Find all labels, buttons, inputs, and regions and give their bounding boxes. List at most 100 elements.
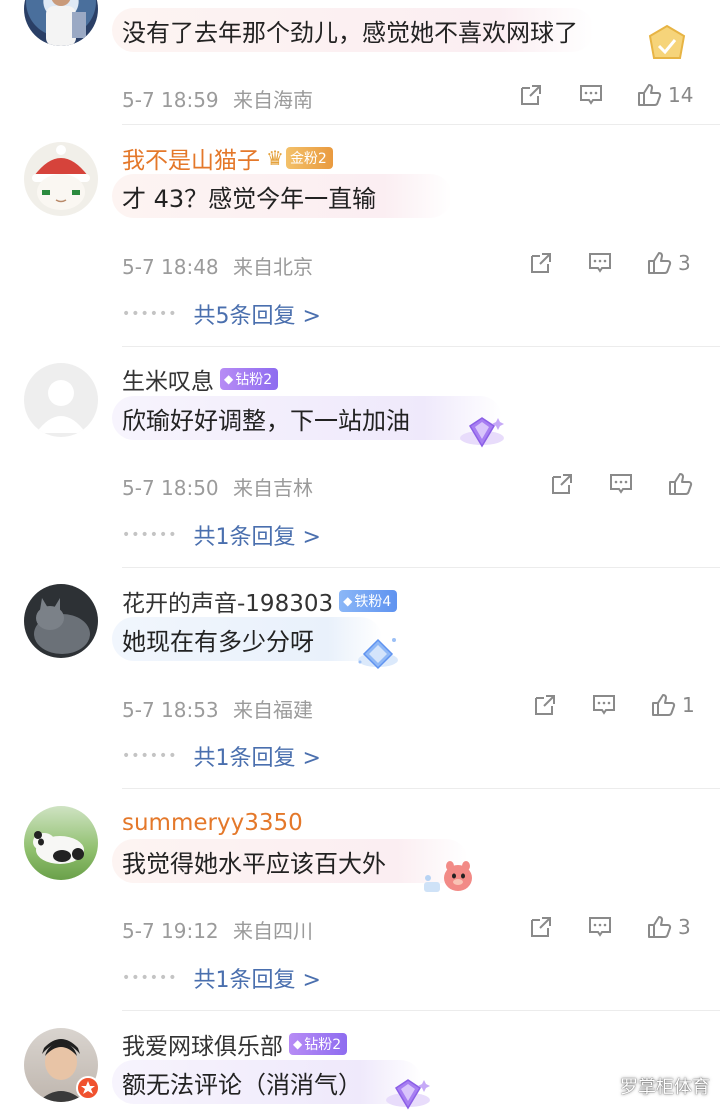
user-avatar[interactable] — [24, 806, 98, 880]
verified-badge-icon — [76, 1076, 100, 1100]
fan-badge-label: 钻粉2 — [235, 372, 273, 388]
comment-header: 我不是山猫子 ♛ 金粉2 — [122, 141, 333, 175]
fan-badge-label: 铁粉4 — [354, 594, 392, 610]
user-avatar[interactable] — [24, 363, 98, 437]
like-icon[interactable] — [646, 250, 672, 276]
share-icon[interactable] — [528, 250, 554, 276]
comment-divider — [122, 567, 720, 568]
user-avatar[interactable] — [24, 584, 98, 658]
comment-bubble: 没有了去年那个劲儿，感觉她不喜欢网球了 — [112, 8, 594, 52]
username[interactable]: 生米叹息 — [122, 362, 214, 396]
fan-badge-label: 钻粉2 — [304, 1037, 342, 1053]
comment-icon[interactable] — [591, 692, 617, 718]
comment-meta: 5-7 19:12 来自四川 — [122, 915, 313, 944]
comment-bubble: 额无法评论（消消气） — [112, 1060, 422, 1104]
comment-location: 来自福建 — [233, 698, 314, 722]
comment-bubble: 欣瑜好好调整，下一站加油 — [112, 396, 502, 440]
reply-count-label: 共1条回复 > — [193, 525, 321, 550]
comment-actions: 14 — [518, 82, 693, 108]
comment-header: 生米叹息 ◆ 钻粉2 — [122, 362, 279, 396]
view-replies-link[interactable]: •••••• 共5条回复 > — [122, 298, 321, 330]
username[interactable]: 我不是山猫子 — [122, 141, 260, 175]
like-icon[interactable] — [650, 692, 676, 718]
comment-meta: 5-7 18:59 来自海南 — [122, 84, 313, 113]
bubble-decoration-icon — [384, 1074, 432, 1113]
reply-dots: •••••• — [122, 970, 178, 986]
default-avatar-icon — [36, 380, 86, 433]
comment-text: 才 43？感觉今年一直输 — [122, 184, 377, 213]
comment-location: 来自北京 — [233, 255, 314, 279]
view-replies-link[interactable]: •••••• 共1条回复 > — [122, 740, 321, 772]
comment-text: 她现在有多少分呀 — [122, 627, 314, 656]
comment-icon[interactable] — [608, 471, 634, 497]
comment-location: 来自吉林 — [233, 476, 314, 500]
comment-icon[interactable] — [587, 914, 613, 940]
like-icon[interactable] — [636, 82, 662, 108]
reply-count-label: 共5条回复 > — [193, 304, 321, 329]
comment-actions — [549, 471, 713, 497]
comment-time: 5-7 18:53 — [122, 698, 219, 722]
comment-meta: 5-7 18:50 来自吉林 — [122, 472, 313, 501]
fan-badge-label: 金粉2 — [289, 151, 327, 167]
comment-text: 没有了去年那个劲儿，感觉她不喜欢网球了 — [122, 18, 578, 47]
comment-meta: 5-7 18:53 来自福建 — [122, 694, 313, 723]
comment-header: 我爱网球俱乐部 ◆ 钻粉2 — [122, 1027, 348, 1061]
comment-actions: 3 — [528, 914, 692, 940]
comment-divider — [122, 1010, 720, 1011]
comment-header: 花开的声音-198303 ◆ 铁粉4 — [122, 584, 398, 618]
user-avatar[interactable] — [24, 142, 98, 216]
comment-location: 来自海南 — [233, 88, 314, 112]
diamond-icon: ◆ — [293, 1037, 303, 1051]
fan-badge[interactable]: 金粉2 — [285, 147, 333, 169]
comment-time: 5-7 18:48 — [122, 255, 219, 279]
fan-badge[interactable]: ◆ 铁粉4 — [339, 590, 398, 612]
bubble-decoration-icon — [418, 852, 478, 900]
comment-actions: 3 — [528, 250, 692, 276]
avatar-image — [32, 145, 90, 210]
like-icon[interactable] — [646, 914, 672, 940]
comment-bubble: 她现在有多少分呀 — [112, 617, 382, 661]
reply-dots: •••••• — [122, 748, 178, 764]
comment-divider — [122, 788, 720, 789]
like-count: 14 — [668, 83, 694, 107]
comment-text: 我觉得她水平应该百大外 — [122, 849, 386, 878]
reply-dots: •••••• — [122, 306, 178, 322]
fan-badge[interactable]: ◆ 钻粉2 — [289, 1033, 348, 1055]
share-icon[interactable] — [528, 914, 554, 940]
comment-time: 5-7 18:59 — [122, 88, 219, 112]
avatar-image — [46, 0, 86, 46]
like-count: 3 — [678, 915, 691, 939]
share-icon[interactable] — [549, 471, 575, 497]
fan-badge[interactable]: ◆ 钻粉2 — [220, 368, 279, 390]
comment-divider — [122, 124, 720, 125]
comment-meta: 5-7 18:48 来自北京 — [122, 251, 313, 280]
comment-divider — [122, 346, 720, 347]
share-icon[interactable] — [532, 692, 558, 718]
user-avatar[interactable] — [24, 0, 98, 46]
view-replies-link[interactable]: •••••• 共1条回复 > — [122, 519, 321, 551]
watermark-text: 罗掌柜体育 — [620, 1077, 710, 1098]
like-count: 3 — [678, 251, 691, 275]
username[interactable]: 我爱网球俱乐部 — [122, 1027, 283, 1061]
diamond-icon: ◆ — [343, 594, 353, 608]
like-count: 1 — [682, 693, 695, 717]
like-icon[interactable] — [667, 471, 693, 497]
reply-count-label: 共1条回复 > — [193, 746, 321, 771]
crown-icon: ♛ — [266, 146, 284, 170]
comment-text: 欣瑜好好调整，下一站加油 — [122, 406, 410, 435]
comment-icon[interactable] — [587, 250, 613, 276]
username[interactable]: summeryy3350 — [122, 810, 303, 836]
comment-header: summeryy3350 — [122, 808, 303, 838]
comment-actions: 1 — [532, 692, 696, 718]
avatar-image — [33, 831, 84, 864]
diamond-icon: ◆ — [224, 372, 234, 386]
username[interactable]: 花开的声音-198303 — [122, 584, 333, 618]
view-replies-link[interactable]: •••••• 共1条回复 > — [122, 962, 321, 994]
comment-icon[interactable] — [578, 82, 604, 108]
avatar-image — [34, 598, 90, 654]
reply-dots: •••••• — [122, 527, 178, 543]
bubble-decoration-icon — [458, 412, 506, 454]
bubble-decoration-icon — [354, 632, 400, 676]
bubble-decoration-icon — [646, 24, 688, 68]
share-icon[interactable] — [518, 82, 544, 108]
